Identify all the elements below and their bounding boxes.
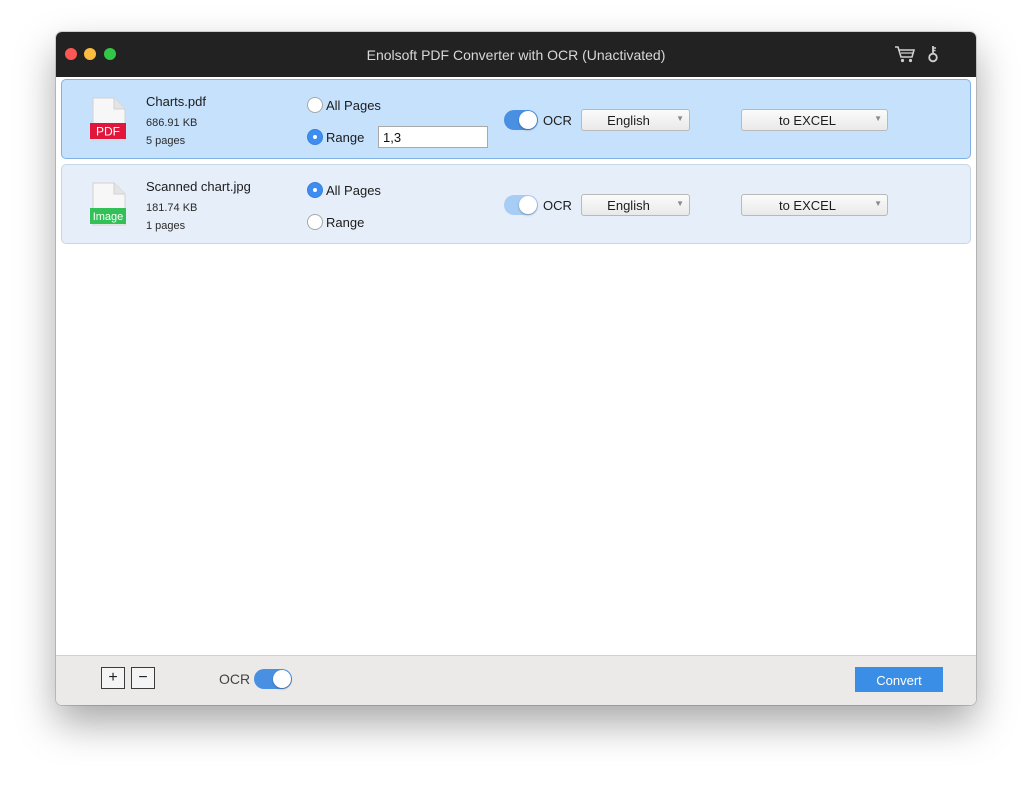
language-dropdown[interactable]: English ▼ [581,109,690,131]
all-pages-label: All Pages [326,98,381,113]
language-dropdown[interactable]: English ▼ [581,194,690,216]
range-label: Range [326,130,365,145]
global-ocr-label: OCR [219,671,251,687]
chevron-down-icon: ▼ [676,199,684,208]
file-row-charts-pdf[interactable]: PDF Charts.pdf 686.91 KB 5 pages All Pag… [61,79,971,159]
page-range-input[interactable] [378,126,488,148]
ocr-toggle[interactable] [504,195,538,215]
file-list: PDF Charts.pdf 686.91 KB 5 pages All Pag… [56,77,976,655]
key-icon[interactable] [926,45,940,63]
all-pages-radio[interactable] [307,182,323,198]
range-radio[interactable] [307,214,323,230]
file-size: 181.74 KB [146,202,198,214]
language-value: English [607,198,650,213]
image-file-icon: Image [90,182,126,226]
file-row-scanned-chart-jpg[interactable]: Image Scanned chart.jpg 181.74 KB 1 page… [61,164,971,244]
all-pages-radio[interactable] [307,97,323,113]
chevron-down-icon: ▼ [874,114,882,123]
output-format-value: to EXCEL [778,198,837,213]
file-name: Charts.pdf [146,94,206,109]
output-format-dropdown[interactable]: to EXCEL ▼ [741,194,888,216]
all-pages-label: All Pages [326,183,381,198]
chevron-down-icon: ▼ [874,199,882,208]
range-label: Range [326,215,365,230]
app-window: Enolsoft PDF Converter with OCR (Unactiv… [56,32,976,705]
output-format-value: to EXCEL [778,113,837,128]
window-title: Enolsoft PDF Converter with OCR (Unactiv… [366,47,666,63]
file-type-badge: PDF [96,125,120,139]
bottom-toolbar: + − OCR Convert [56,655,976,705]
file-page-count: 1 pages [146,220,186,232]
global-ocr-toggle[interactable] [254,669,292,689]
add-file-button[interactable]: + [101,667,125,689]
pdf-file-icon: PDF [90,97,126,141]
file-type-badge: Image [93,211,124,223]
file-name: Scanned chart.jpg [146,179,251,194]
convert-button[interactable]: Convert [855,667,943,692]
language-value: English [607,113,650,128]
chevron-down-icon: ▼ [676,114,684,123]
remove-file-button[interactable]: − [131,667,155,689]
ocr-label: OCR [543,113,572,128]
cart-icon[interactable] [894,45,916,63]
range-radio[interactable] [307,129,323,145]
file-size: 686.91 KB [146,117,198,129]
ocr-toggle[interactable] [504,110,538,130]
output-format-dropdown[interactable]: to EXCEL ▼ [741,109,888,131]
ocr-label: OCR [543,198,572,213]
title-bar: Enolsoft PDF Converter with OCR (Unactiv… [56,32,976,77]
file-page-count: 5 pages [146,135,186,147]
